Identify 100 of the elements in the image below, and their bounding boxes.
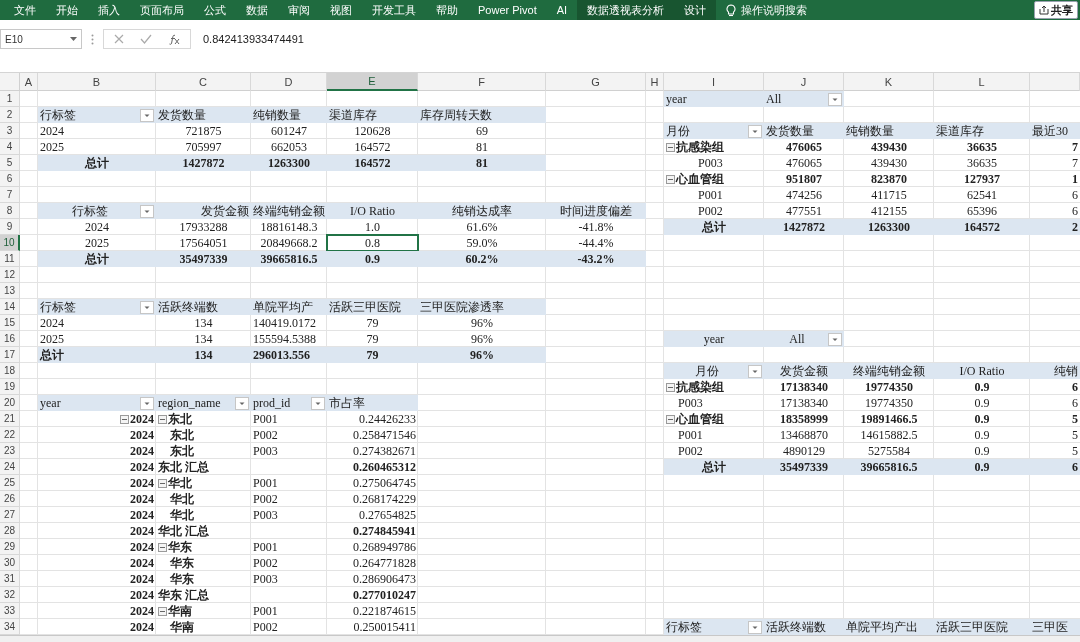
row-header[interactable]: 6 (0, 171, 20, 187)
table-cell-text: 61.6% (465, 219, 499, 235)
row-header[interactable]: 17 (0, 347, 20, 363)
table-cell-text: 951807 (785, 171, 823, 187)
collapse-icon[interactable] (158, 478, 167, 488)
column-header[interactable]: F (418, 73, 546, 91)
ribbon-tab[interactable]: 开始 (46, 0, 88, 20)
table-cell: 39665816.5 (844, 459, 934, 475)
row-header[interactable]: 9 (0, 219, 20, 235)
row-header[interactable]: 4 (0, 139, 20, 155)
column-header[interactable]: B (38, 73, 156, 91)
column-header[interactable]: L (934, 73, 1030, 91)
row-header[interactable]: 33 (0, 603, 20, 619)
ribbon-tab[interactable]: 数据 (236, 0, 278, 20)
table-cell-text: 华北 (169, 491, 195, 507)
row-header[interactable]: 28 (0, 523, 20, 539)
table-cell-text: P003 (697, 155, 724, 171)
row-header[interactable]: 25 (0, 475, 20, 491)
cell-text: year (40, 395, 61, 412)
table-cell-text: 7 (1071, 139, 1079, 155)
row-header[interactable]: 26 (0, 491, 20, 507)
table-cell-text: 0.221874615 (352, 603, 417, 619)
check-icon[interactable] (140, 34, 152, 44)
row-header[interactable]: 10 (0, 235, 20, 251)
table-cell-text: P001 (252, 411, 279, 427)
collapse-icon[interactable] (666, 382, 675, 392)
column-header[interactable]: G (546, 73, 646, 91)
row-header[interactable]: 5 (0, 155, 20, 171)
ribbon-tab[interactable]: AI (546, 0, 578, 20)
ribbon-tab[interactable]: 数据透视表分析 (577, 0, 675, 20)
table-cell-text: 2024 (129, 587, 155, 603)
row-header[interactable]: 13 (0, 283, 20, 299)
lightbulb-icon (726, 3, 737, 17)
row-header[interactable]: 30 (0, 555, 20, 571)
row-header[interactable]: 21 (0, 411, 20, 427)
ribbon-tab[interactable]: 帮助 (426, 0, 468, 20)
formula-field[interactable]: 0.842413933474491 (191, 28, 1080, 50)
table-cell: 终端纯销金额 (844, 363, 934, 379)
collapse-icon[interactable] (666, 174, 675, 184)
row-header[interactable]: 27 (0, 507, 20, 523)
column-header[interactable]: E (327, 73, 418, 91)
row-header[interactable]: 18 (0, 363, 20, 379)
collapse-icon[interactable] (158, 542, 167, 552)
collapse-icon[interactable] (120, 414, 129, 424)
collapse-icon[interactable] (666, 142, 675, 152)
search-field[interactable]: 操作说明搜索 (741, 1, 808, 19)
column-header[interactable]: K (844, 73, 934, 91)
row-header[interactable]: 7 (0, 187, 20, 203)
table-cell: 单院平均产 (251, 299, 327, 315)
table-cell-text: 0.277010247 (352, 587, 417, 603)
column-header[interactable]: H (646, 73, 664, 91)
share-button[interactable]: 共享 (1034, 1, 1078, 19)
dropdown-icon[interactable] (70, 36, 77, 42)
row-header[interactable]: 34 (0, 619, 20, 635)
row-header[interactable]: 24 (0, 459, 20, 475)
row-header[interactable]: 2 (0, 107, 20, 123)
table-cell: I/O Ratio (934, 363, 1030, 379)
row-header[interactable]: 1 (0, 91, 20, 107)
table-cell: year (664, 91, 764, 107)
row-header[interactable]: 31 (0, 571, 20, 587)
row-header[interactable]: 29 (0, 539, 20, 555)
row-header[interactable]: 3 (0, 123, 20, 139)
ribbon-tab[interactable]: 设计 (674, 0, 717, 20)
table-cell-text: 华北 汇总 (157, 523, 210, 539)
ribbon-tab[interactable]: 公式 (194, 0, 236, 20)
table-cell-text: 0.286906473 (352, 571, 417, 587)
ribbon-tab[interactable]: 视图 (320, 0, 362, 20)
ribbon-tab[interactable]: 文件 (4, 0, 46, 20)
table-cell-text: 0.274845941 (352, 523, 417, 539)
table-cell-text: 439430 (870, 155, 908, 171)
ribbon-tab[interactable]: Power Pivot (468, 0, 547, 20)
row-header[interactable]: 20 (0, 395, 20, 411)
row-header[interactable]: 14 (0, 299, 20, 315)
ribbon-tab[interactable]: 开发工具 (362, 0, 426, 20)
column-header[interactable]: A (20, 73, 38, 91)
row-header[interactable]: 32 (0, 587, 20, 603)
ribbon-tab[interactable]: 插入 (88, 0, 130, 20)
name-box[interactable]: E10 (0, 29, 82, 49)
table-cell-text: 2024 (129, 619, 155, 635)
table-cell-text: 2024 (39, 315, 65, 331)
collapse-icon[interactable] (666, 414, 675, 424)
table-cell-text: 0.24426233 (358, 411, 417, 427)
row-header[interactable]: 15 (0, 315, 20, 331)
table-cell-text: 96% (470, 331, 494, 347)
row-header[interactable]: 23 (0, 443, 20, 459)
close-icon[interactable] (114, 34, 124, 44)
row-header[interactable]: 22 (0, 427, 20, 443)
function-icon[interactable] (168, 33, 180, 45)
row-header[interactable]: 8 (0, 203, 20, 219)
ribbon-tab[interactable]: 审阅 (278, 0, 320, 20)
row-header[interactable]: 19 (0, 379, 20, 395)
ribbon-tab[interactable]: 页面布局 (130, 0, 194, 20)
row-header[interactable]: 16 (0, 331, 20, 347)
table-cell: 60.2% (418, 251, 546, 267)
row-header[interactable]: 11 (0, 251, 20, 267)
collapse-icon[interactable] (158, 606, 167, 616)
table-cell-text: P003 (252, 443, 279, 459)
column-header[interactable]: C (156, 73, 251, 91)
collapse-icon[interactable] (158, 414, 167, 424)
row-header[interactable]: 12 (0, 267, 20, 283)
